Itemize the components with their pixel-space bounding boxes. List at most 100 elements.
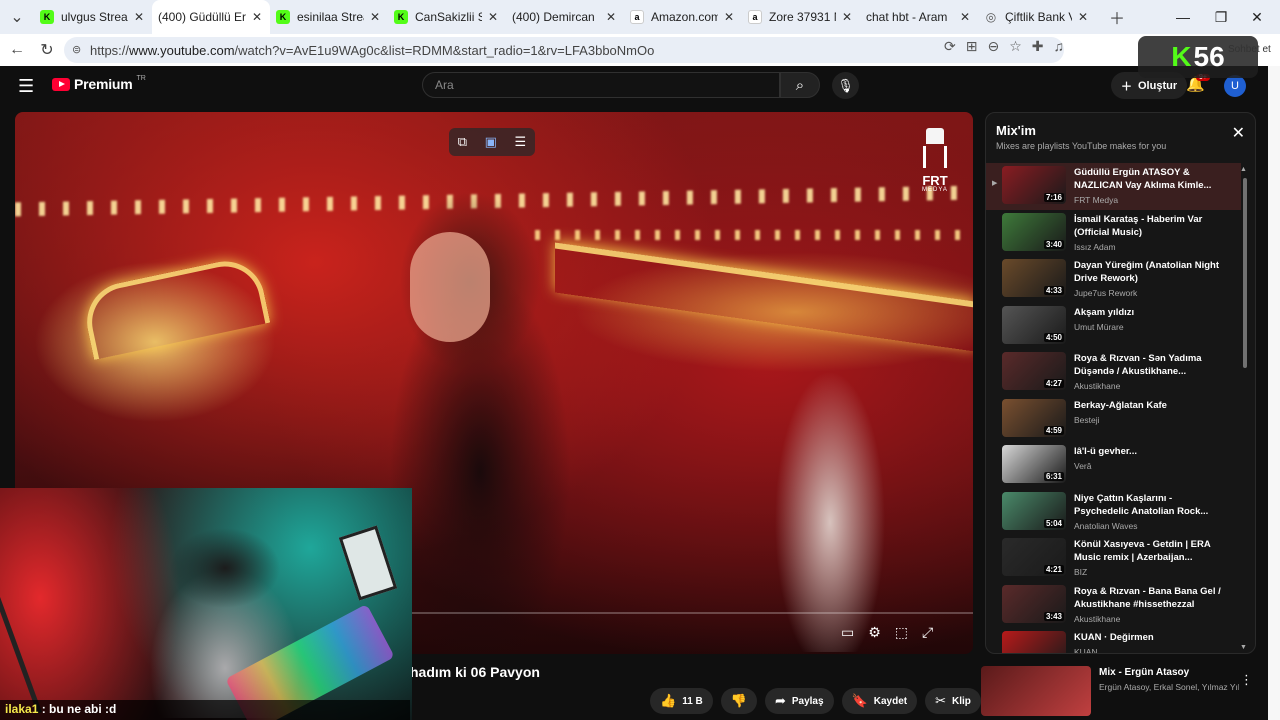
browser-tab[interactable]: ⌕chat hbt - Aram✕	[860, 0, 978, 34]
browser-tab[interactable]: Kesinilaa Stream ✕	[270, 0, 388, 34]
player-bottom-controls: ▭ ⚙ ⬚ ⤢	[841, 624, 933, 641]
search-button[interactable]: ⌕	[780, 72, 820, 98]
playlist-item-title: KUAN · Değirmen	[1074, 632, 1154, 643]
scrollbar-thumb[interactable]	[1243, 178, 1247, 368]
browser-tab[interactable]: a Zore 37931 Ms ✕	[742, 0, 860, 34]
window-close-button[interactable]: ✕	[1234, 0, 1280, 34]
playlist-item[interactable]: 4:21 Könül Xasıyeva - Getdin | ERA Music …	[986, 535, 1241, 582]
site-info-icon[interactable]: ⊜	[72, 43, 81, 56]
autoplay-icon[interactable]: ▣	[485, 134, 497, 150]
chat-text: : bu ne abi :d	[38, 702, 117, 716]
thumbs-up-icon: 👍	[660, 693, 677, 708]
reload-icon[interactable]: ↻	[32, 35, 62, 65]
playlist-item-channel: Issız Adam	[1074, 241, 1116, 252]
playlist-item[interactable]: 8:14 KUAN · Değirmen KUAN	[986, 628, 1241, 654]
scroll-up-icon[interactable]: ▲	[1240, 166, 1247, 173]
browser-tab[interactable]: a Amazon.com.tr ✕	[624, 0, 742, 34]
browser-tab[interactable]: K CanSakizlii Strea ✕	[388, 0, 506, 34]
share-button[interactable]: ➦ Paylaş	[764, 688, 834, 714]
scroll-down-icon[interactable]: ▼	[1240, 644, 1247, 651]
microphone-icon[interactable]: 🎙	[832, 72, 859, 99]
like-count: 11 B	[682, 695, 703, 707]
close-icon[interactable]: ✕	[604, 10, 618, 24]
playlist-item[interactable]: 4:59 Berkay-Ağlatan Kafe Besteji	[986, 396, 1241, 443]
playlist-item-title: Güdüllü Ergün ATASOY & NAZLICAN Vay Aklı…	[1074, 167, 1212, 191]
browser-tab[interactable]: ▶(400) Demircan✕	[506, 0, 624, 34]
close-icon[interactable]: ✕	[1232, 123, 1245, 143]
playlist-item[interactable]: 4:50 Akşam yıldızı Umut Mürare	[986, 303, 1241, 350]
playlist-item-channel: Umut Mürare	[1074, 321, 1124, 332]
playlist-item-title: Berkay-Ağlatan Kafe	[1074, 399, 1167, 411]
next-mix-title: Mix - Ergün Atasoy	[1099, 667, 1190, 678]
like-button[interactable]: 👍 11 B	[650, 688, 713, 714]
miniplayer-icon[interactable]: ⧉	[458, 134, 467, 150]
tab-search-button[interactable]: ⌄	[0, 2, 34, 32]
close-icon[interactable]: ✕	[132, 10, 146, 24]
chat-username: ilaka1	[5, 702, 39, 716]
playlist-item[interactable]: 3:40 İsmail Karataş - Haberim Var (Offici…	[986, 210, 1241, 257]
next-mix-item[interactable]: Mix - Ergün Atasoy Ergün Atasoy, Erkal S…	[981, 666, 1256, 720]
more-vertical-icon[interactable]: ⋮	[1240, 672, 1253, 688]
close-icon[interactable]: ✕	[1076, 10, 1090, 24]
playlist-meta: Akşam yıldızı Umut Mürare	[1074, 306, 1226, 332]
duration-badge: 4:33	[1043, 286, 1064, 295]
apps-icon[interactable]: ⊞	[966, 38, 978, 55]
watermark-sub: MEDYA	[922, 187, 948, 193]
clip-label: Klip	[952, 695, 971, 707]
close-icon[interactable]: ✕	[958, 10, 972, 24]
playlist-thumbnail: 4:21	[1002, 538, 1066, 576]
menu-icon[interactable]: ☰	[18, 76, 38, 97]
new-tab-button[interactable]: ＋	[1102, 2, 1132, 32]
stream-logo: K 56	[1138, 36, 1258, 78]
playlist-item[interactable]: 6:31 lâ'l-ü gevher... Verâ	[986, 442, 1241, 489]
youtube-logo[interactable]: Premium TR	[52, 75, 146, 92]
playlist-meta: İsmail Karataş - Haberim Var (Official M…	[1074, 213, 1226, 252]
close-icon[interactable]: ✕	[250, 10, 264, 24]
playlist-item[interactable]: 3:43 Roya & Rızvan - Bana Bana Gel / Akus…	[986, 582, 1241, 629]
close-icon[interactable]: ✕	[368, 10, 382, 24]
dislike-button[interactable]: 👎	[720, 688, 757, 714]
search-input[interactable]: Ara	[422, 72, 780, 98]
avatar[interactable]: U	[1224, 75, 1246, 97]
playlist-thumbnail: 4:59	[1002, 398, 1066, 437]
zoom-icon[interactable]: ⊖	[987, 38, 999, 55]
close-icon[interactable]: ✕	[840, 10, 854, 24]
mix-subtitle: Mixes are playlists YouTube makes for yo…	[996, 141, 1167, 151]
playlist-item-channel: FRT Medya	[1074, 195, 1119, 205]
extension-toolbar: ⟳ ⊞ ⊖ ☆ ✚ ♫	[944, 38, 1064, 55]
playlist-item-title: Roya & Rızvan - Sən Yadıma Düşəndə / Aku…	[1074, 353, 1202, 377]
clip-button[interactable]: ✂ Klip	[925, 688, 981, 714]
bookmark-star-icon[interactable]: ☆	[1009, 38, 1022, 55]
browser-tab-active[interactable]: ▶(400) Güdüllü Er✕	[152, 0, 270, 34]
extensions-icon[interactable]: ✚	[1032, 38, 1044, 55]
close-icon[interactable]: ✕	[722, 10, 736, 24]
media-icon[interactable]: ♫	[1054, 38, 1065, 55]
next-mix-thumbnail	[981, 666, 1091, 716]
playlist-meta: Roya & Rızvan - Sən Yadıma Düşəndə / Aku…	[1074, 352, 1226, 391]
playlist-item[interactable]: ▶ 7:16 Güdüllü Ergün ATASOY & NAZLICAN Vay…	[986, 163, 1241, 210]
chat-toggle-label[interactable]: Sohbet et	[1228, 44, 1271, 55]
fullscreen-icon[interactable]: ⤢	[922, 624, 933, 641]
queue-icon[interactable]: ☰	[515, 134, 527, 150]
back-arrow-icon[interactable]: ←	[2, 35, 32, 65]
playlist-item[interactable]: 4:33 Dayan Yüreğim (Anatolian Night Drive…	[986, 256, 1241, 303]
search-icon: ⌕	[795, 76, 805, 94]
settings-gear-icon[interactable]: ⚙	[868, 624, 881, 641]
playlist-item[interactable]: 5:04 Niye Çattın Kaşlarını - Psychedelic …	[986, 489, 1241, 536]
save-button[interactable]: 🔖 Kaydet	[841, 688, 918, 714]
theater-mode-icon[interactable]: ⬚	[895, 624, 908, 641]
browser-scrollbar[interactable]	[1268, 66, 1280, 720]
url-scheme: https://	[90, 42, 130, 58]
subtitles-icon[interactable]: ▭	[841, 624, 854, 641]
playlist-meta: lâ'l-ü gevher... Verâ	[1074, 445, 1226, 471]
playlist-scrollbar[interactable]: ▲ ▼	[1240, 166, 1248, 651]
browser-tab[interactable]: ◎ Çiftlik Bank Vak ✕	[978, 0, 1096, 34]
close-icon[interactable]: ✕	[486, 10, 500, 24]
translate-icon[interactable]: ⟳	[944, 38, 956, 55]
playlist-item[interactable]: 4:27 Roya & Rızvan - Sən Yadıma Düşəndə /…	[986, 349, 1241, 396]
duration-badge: 4:27	[1043, 379, 1064, 388]
url-field[interactable]: ⊜ https://www.youtube.com/watch?v=AvE1u9…	[64, 37, 1064, 63]
playlist-item-channel: KUAN	[1074, 647, 1098, 654]
scissors-icon: ✂	[935, 693, 947, 708]
browser-tab[interactable]: Kulvgus Stream ✕	[34, 0, 152, 34]
